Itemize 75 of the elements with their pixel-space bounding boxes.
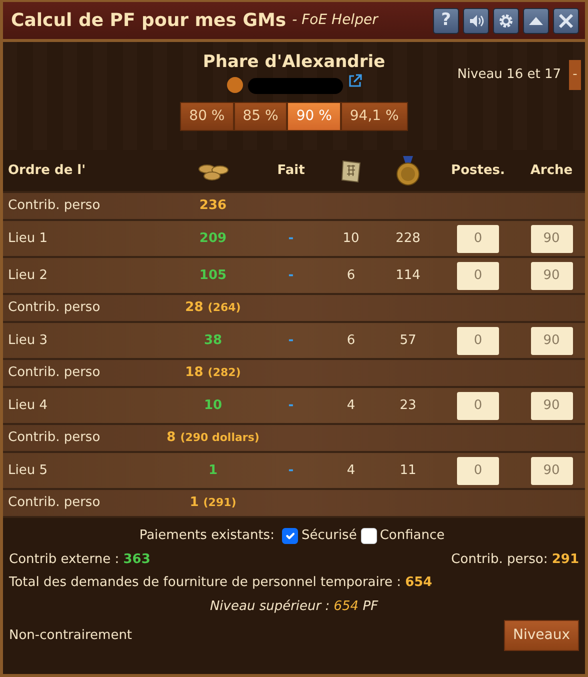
row-label: Contrib. perso xyxy=(8,364,102,382)
percent-button[interactable]: 80 % xyxy=(180,102,234,130)
building-name: Phare d'Alexandrie xyxy=(202,51,386,74)
blueprint-value: 4 xyxy=(346,462,356,480)
place-value: 10 xyxy=(204,396,222,415)
place-value: 38 xyxy=(204,332,222,350)
medal-value: 11 xyxy=(400,462,416,480)
posts-input[interactable]: 0 xyxy=(457,326,499,354)
percent-button[interactable]: 94,1 % xyxy=(340,102,408,130)
column-header: Ordre de l' xyxy=(8,162,87,180)
blueprint-value: 10 xyxy=(342,230,360,248)
medal-value: 57 xyxy=(400,332,416,350)
checkbox[interactable] xyxy=(282,528,298,544)
level-label: Niveau 16 et 17 xyxy=(457,66,561,84)
row-label: Lieu 4 xyxy=(8,396,48,415)
row-label: Lieu 1 xyxy=(8,230,48,248)
next-level-text: Niveau supérieur : 654 PF xyxy=(210,598,378,614)
status-text: Non-contrairement xyxy=(9,626,132,645)
done-value: - xyxy=(288,462,294,480)
done-value: - xyxy=(288,230,294,248)
medal-icon xyxy=(396,156,420,186)
contribution-value: 1 (291) xyxy=(190,494,236,512)
checkbox-label: Sécurisé xyxy=(301,527,357,545)
done-value: - xyxy=(288,266,294,285)
percent-button[interactable]: 85 % xyxy=(234,102,288,130)
posts-input[interactable]: 0 xyxy=(457,262,499,290)
medal-value: 23 xyxy=(400,396,416,415)
contribution-value: 18 (282) xyxy=(185,364,241,382)
window-title: Calcul de PF pour mes GMs xyxy=(11,9,286,33)
arch-input[interactable]: 90 xyxy=(530,392,572,420)
medal-value: 114 xyxy=(396,266,420,285)
total-text: Total des demandes de fourniture de personnel temporaire : 654 xyxy=(9,575,432,590)
blueprint-icon xyxy=(339,158,363,184)
collapse-button[interactable]: - xyxy=(569,60,581,90)
arch-input[interactable]: 90 xyxy=(530,224,572,252)
column-header: Arche xyxy=(530,162,573,180)
place-value: 1 xyxy=(208,462,218,480)
payments-label: Paiements existants: xyxy=(139,527,274,545)
blueprint-value: 4 xyxy=(346,396,356,415)
row-label: Lieu 3 xyxy=(8,332,48,350)
medal-value: 228 xyxy=(396,230,420,248)
row-label: Contrib. perso xyxy=(8,197,102,216)
window-subtitle: - FoE Helper xyxy=(292,11,378,30)
posts-input[interactable]: 0 xyxy=(457,392,499,420)
contribution-value: 8 (290 dollars) xyxy=(166,429,260,448)
checkbox-label: Confiance xyxy=(380,527,445,545)
row-label: Contrib. perso xyxy=(8,494,102,512)
contribution-value: 236 xyxy=(199,197,227,216)
external-contribution: Contrib externe : 363 xyxy=(9,550,150,568)
own-contribution: Contrib. perso: 291 xyxy=(451,550,579,568)
blueprint-value: 6 xyxy=(346,332,356,350)
done-value: - xyxy=(288,396,294,415)
arch-input[interactable]: 90 xyxy=(530,326,572,354)
arch-input[interactable]: 90 xyxy=(530,456,572,484)
settings-icon[interactable] xyxy=(497,12,515,30)
posts-input[interactable]: 0 xyxy=(457,456,499,484)
levels-button[interactable]: Niveaux xyxy=(504,620,579,651)
place-value: 105 xyxy=(199,266,227,285)
help-button[interactable]: ? xyxy=(433,8,459,34)
posts-input[interactable]: 0 xyxy=(457,224,499,252)
arch-input[interactable]: 90 xyxy=(530,262,572,290)
row-label: Lieu 5 xyxy=(8,462,48,480)
row-label: Contrib. perso xyxy=(8,299,102,318)
percent-button[interactable]: 90 % xyxy=(287,102,341,130)
close-icon[interactable] xyxy=(557,12,575,30)
done-value: - xyxy=(288,332,294,350)
player-avatar xyxy=(226,76,244,94)
contribution-value: 28 (264) xyxy=(185,299,241,318)
row-label: Contrib. perso xyxy=(8,429,102,448)
place-value: 209 xyxy=(199,230,227,248)
column-header: Postes. xyxy=(451,162,505,180)
external-link-icon[interactable] xyxy=(346,72,362,88)
column-header: Fait xyxy=(277,162,305,180)
blueprint-value: 6 xyxy=(346,266,356,285)
row-label: Lieu 2 xyxy=(8,266,48,285)
